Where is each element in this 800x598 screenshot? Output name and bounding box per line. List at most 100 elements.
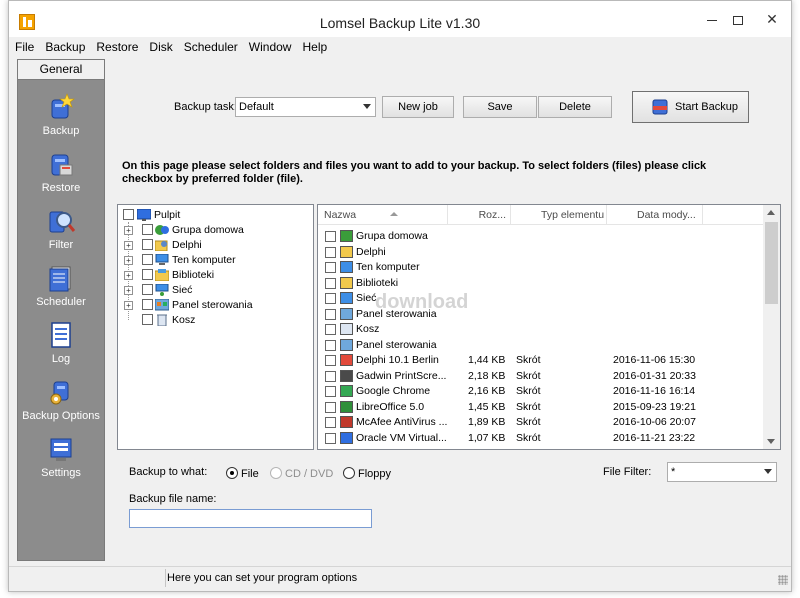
file-date: 2015-09-23 19:21 <box>613 400 696 413</box>
tree-item-delphi[interactable]: + Delphi <box>118 238 308 253</box>
tree-checkbox[interactable] <box>142 269 153 280</box>
backup-task-select[interactable]: Default <box>235 97 376 117</box>
expand-icon[interactable]: + <box>124 226 133 235</box>
tree-checkbox[interactable] <box>142 299 153 310</box>
scroll-up-icon[interactable] <box>767 210 775 215</box>
tree-item-panel-sterowania[interactable]: + Panel sterowania <box>118 298 308 313</box>
tree-item-siec[interactable]: + Sieć <box>118 283 308 298</box>
file-checkbox[interactable] <box>325 231 336 242</box>
file-row[interactable]: Delphi <box>318 245 764 260</box>
file-row[interactable]: Ten komputer <box>318 260 764 275</box>
file-checkbox[interactable] <box>325 417 336 428</box>
homegroup-icon <box>155 225 169 235</box>
tree-checkbox[interactable] <box>123 209 134 220</box>
tree-item-kosz[interactable]: Kosz <box>118 313 308 328</box>
file-date: 2016-01-31 20:33 <box>613 369 696 382</box>
menu-restore[interactable]: Restore <box>90 37 143 54</box>
tree-checkbox[interactable] <box>142 254 153 265</box>
save-button[interactable]: Save <box>463 96 537 118</box>
menu-window[interactable]: Window <box>243 37 297 54</box>
tree-checkbox[interactable] <box>142 314 153 325</box>
menu-file[interactable]: File <box>9 37 39 54</box>
app-window: Lomsel Backup Lite v1.30 ✕ File Backup Res… <box>8 0 792 592</box>
file-row[interactable]: Grupa domowa <box>318 229 764 244</box>
scroll-down-icon[interactable] <box>767 439 775 444</box>
file-checkbox[interactable] <box>325 339 336 351</box>
file-checkbox[interactable] <box>325 293 336 304</box>
scroll-thumb[interactable] <box>765 222 778 304</box>
radio-floppy[interactable] <box>343 467 355 479</box>
file-checkbox[interactable] <box>325 246 336 258</box>
tree-item-ten-komputer[interactable]: + Ten komputer <box>118 253 308 268</box>
new-job-button[interactable]: New job <box>382 96 454 118</box>
file-checkbox[interactable] <box>325 370 336 382</box>
sidebar-item-backup-options[interactable]: Backup Options <box>18 377 104 422</box>
sidebar-item-restore[interactable]: Restore <box>18 149 104 194</box>
file-checkbox[interactable] <box>325 308 336 320</box>
file-row[interactable]: Biblioteki <box>318 276 764 291</box>
sidebar-item-filter[interactable]: Filter <box>18 206 104 251</box>
file-row[interactable]: Delphi 10.1 Berlin 1,44 KB Skrót 2016-11-06… <box>318 353 764 368</box>
expand-icon[interactable]: + <box>124 241 133 250</box>
sidebar-header[interactable]: General <box>18 60 104 80</box>
column-header-size[interactable]: Roz... <box>448 205 511 225</box>
status-text: Here you can set your program options <box>167 572 358 584</box>
file-row[interactable]: Gadwin PrintScre... 2,18 KB Skrót 2016-01-3… <box>318 369 764 384</box>
column-header-type[interactable]: Typ elementu <box>511 205 607 225</box>
vertical-scrollbar[interactable] <box>763 205 780 449</box>
file-checkbox[interactable] <box>325 386 336 397</box>
file-filter-select[interactable]: * <box>667 462 777 482</box>
column-header-date[interactable]: Data mody... <box>607 205 703 225</box>
start-backup-button[interactable]: Start Backup <box>632 91 749 123</box>
backup-file-name-input[interactable] <box>129 509 372 528</box>
file-checkbox[interactable] <box>325 324 336 335</box>
menu-help[interactable]: Help <box>296 37 332 54</box>
file-row[interactable]: Google Chrome 2,16 KB Skrót 2016-11-16 16:1… <box>318 384 764 399</box>
tree-item-pulpit[interactable]: Pulpit <box>118 208 308 223</box>
sidebar-item-backup[interactable]: Backup <box>18 92 104 137</box>
menu-disk[interactable]: Disk <box>143 37 177 54</box>
file-icon <box>340 292 353 304</box>
file-row[interactable]: LibreOffice 5.0 1,45 KB Skrót 2015-09-23 19… <box>318 400 764 415</box>
radio-cd-dvd[interactable] <box>270 467 282 479</box>
file-checkbox[interactable] <box>325 401 336 413</box>
tree-checkbox[interactable] <box>142 284 153 295</box>
backup-to-label: Backup to what: <box>129 466 208 478</box>
file-row[interactable]: Panel sterowania <box>318 338 764 353</box>
tree-item-grupa-domowa[interactable]: + Grupa domowa <box>118 223 308 238</box>
sidebar-item-log[interactable]: Log <box>18 320 104 365</box>
sidebar-item-settings[interactable]: Settings <box>18 434 104 479</box>
tree-checkbox[interactable] <box>142 224 153 235</box>
tree-item-biblioteki[interactable]: + Biblioteki <box>118 268 308 283</box>
file-row[interactable]: Kosz <box>318 322 764 337</box>
file-type: Skrót <box>516 400 541 413</box>
file-icon <box>340 323 353 335</box>
menu-backup[interactable]: Backup <box>39 37 90 54</box>
menu-scheduler[interactable]: Scheduler <box>178 37 243 54</box>
sidebar-item-scheduler[interactable]: Scheduler <box>18 263 104 308</box>
expand-icon[interactable]: + <box>124 286 133 295</box>
file-name: Panel sterowania <box>356 338 437 351</box>
expand-icon[interactable]: + <box>124 256 133 265</box>
file-checkbox[interactable] <box>325 277 336 289</box>
tree-item-label: Grupa domowa <box>172 224 244 236</box>
tree-checkbox[interactable] <box>142 239 153 250</box>
radio-file-label: File <box>241 468 259 480</box>
file-row[interactable]: Oracle VM Virtual... 1,07 KB Skrót 2016-11-… <box>318 431 764 446</box>
close-button[interactable]: ✕ <box>755 7 789 31</box>
file-name: Delphi <box>356 245 386 258</box>
resize-grip-icon[interactable] <box>778 575 788 585</box>
file-checkbox[interactable] <box>325 355 336 366</box>
expand-icon[interactable]: + <box>124 301 133 310</box>
folder-tree[interactable]: Pulpit + Grupa domowa + Delphi + Ten kom… <box>117 204 314 450</box>
column-header-name[interactable]: Nazwa <box>318 205 448 225</box>
radio-file[interactable] <box>226 467 238 479</box>
maximize-button[interactable] <box>723 7 753 31</box>
file-checkbox[interactable] <box>325 262 336 273</box>
file-checkbox[interactable] <box>325 432 336 444</box>
delete-button[interactable]: Delete <box>538 96 612 118</box>
file-row[interactable]: McAfee AntiVirus ... 1,89 KB Skrót 2016-10-… <box>318 415 764 430</box>
tree-item-label: Kosz <box>172 314 196 326</box>
expand-icon[interactable]: + <box>124 271 133 280</box>
file-list[interactable]: Nazwa Roz... Typ elementu Data mody... G… <box>317 204 781 450</box>
